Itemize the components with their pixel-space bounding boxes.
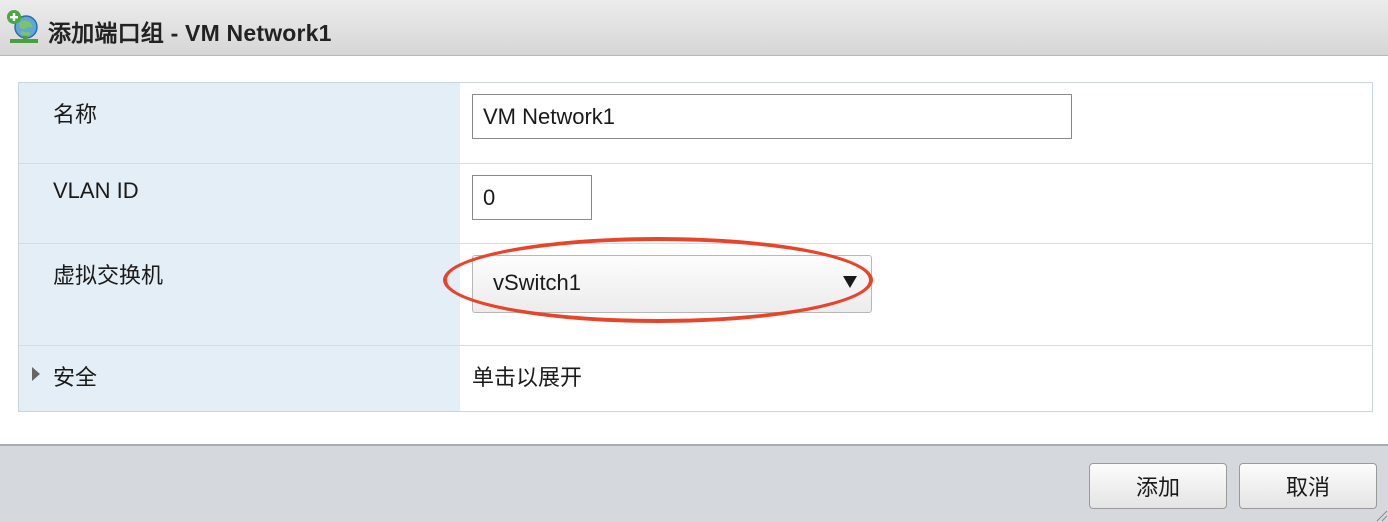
add-button[interactable]: 添加 (1089, 463, 1227, 509)
resize-grip-icon[interactable] (1372, 506, 1388, 522)
dropdown-arrow-icon (843, 276, 857, 288)
name-label: 名称 (53, 102, 98, 127)
dialog-title: 添加端口组 - VM Network1 (48, 20, 332, 46)
network-add-icon (7, 10, 38, 43)
dialog-footer: 添加 取消 (0, 444, 1388, 522)
security-expand-hint[interactable]: 单击以展开 (472, 360, 582, 392)
form-row-vlan-id: VLAN ID (19, 164, 1372, 244)
security-label: 安全 (53, 365, 98, 390)
vlan-id-input[interactable] (472, 175, 592, 220)
dialog-titlebar: 添加端口组 - VM Network1 (0, 0, 1388, 56)
cancel-button[interactable]: 取消 (1239, 463, 1377, 509)
form-row-virtual-switch: 虚拟交换机 vSwitch1 (19, 244, 1372, 346)
expand-triangle-icon[interactable] (32, 367, 40, 381)
virtual-switch-select[interactable]: vSwitch1 (472, 255, 872, 313)
virtual-switch-label: 虚拟交换机 (53, 263, 164, 288)
form-row-name: 名称 (19, 83, 1372, 164)
port-group-form: 名称 VLAN ID 虚拟交换机 vSwitch1 安全 (18, 82, 1373, 412)
virtual-switch-selected-value: vSwitch1 (493, 270, 582, 295)
name-input[interactable] (472, 94, 1072, 139)
form-row-security[interactable]: 安全 单击以展开 (19, 346, 1372, 411)
vlan-id-label: VLAN ID (53, 178, 139, 203)
